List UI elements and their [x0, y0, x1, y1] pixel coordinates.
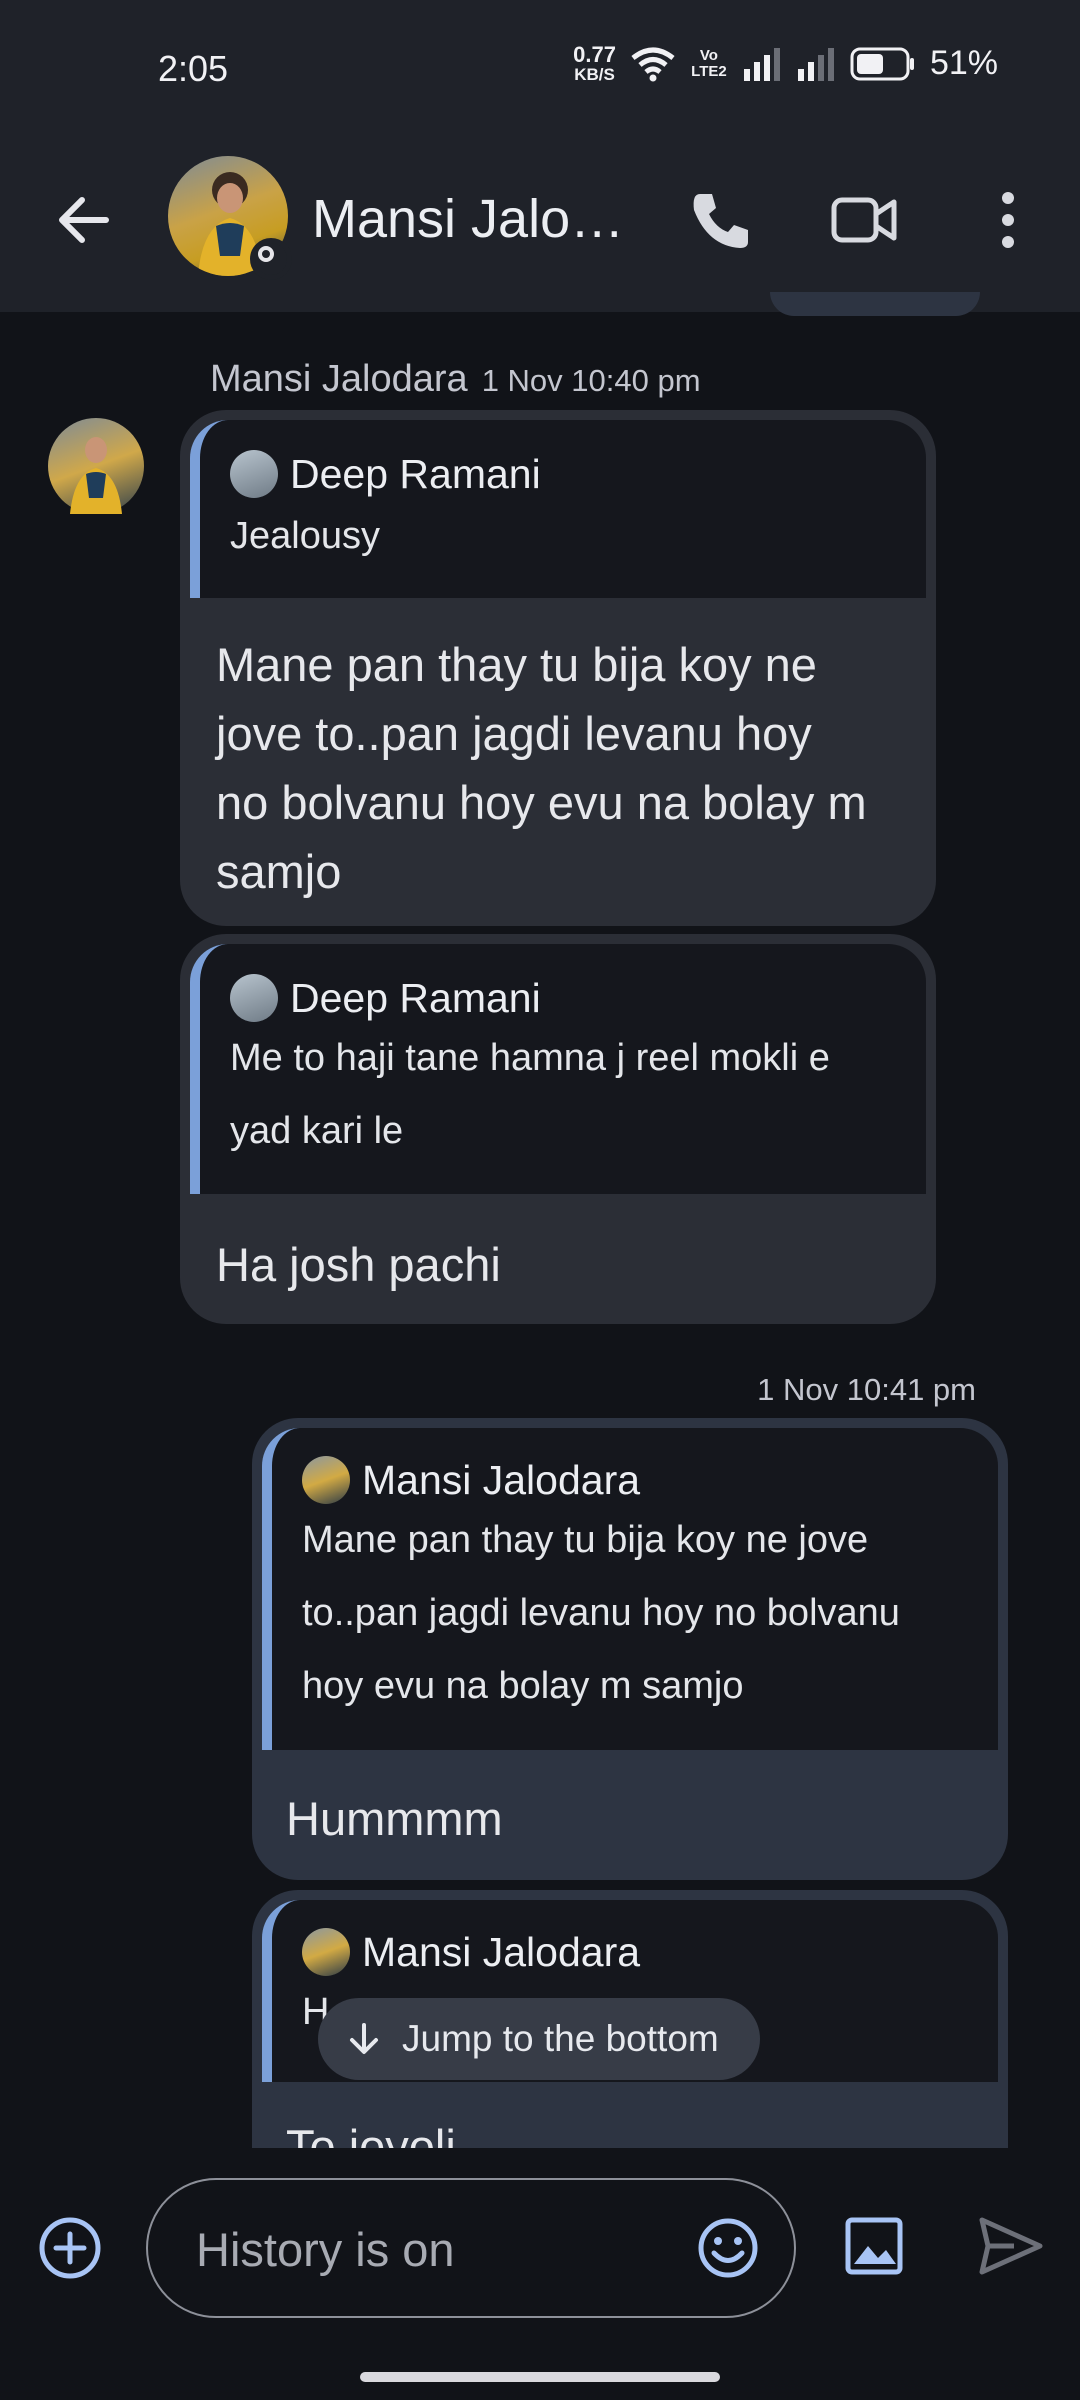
status-icons: 0.77 KB/S Vo LTE2 51% — [573, 42, 998, 84]
status-bar: 2:05 0.77 KB/S Vo LTE2 51% — [0, 0, 1080, 130]
quoted-author-avatar — [302, 1456, 350, 1504]
quoted-text: Mane pan thay tu bija koy ne jove to..pa… — [302, 1504, 980, 1723]
back-arrow-icon[interactable] — [52, 188, 116, 252]
app-bar: Mansi Jalo… — [0, 130, 1080, 312]
quoted-author-avatar — [230, 450, 278, 498]
video-camera-icon[interactable] — [828, 184, 900, 256]
message-text: Hummmm — [286, 1792, 503, 1845]
quoted-author-avatar — [230, 974, 278, 1022]
volte-label: Vo LTE2 — [691, 46, 727, 80]
presence-indicator — [250, 238, 292, 280]
previous-bubble-edge — [770, 292, 980, 316]
network-speed-value: 0.77 — [573, 42, 616, 67]
arrow-down-icon — [350, 2023, 378, 2054]
quoted-text-line: to..pan jagdi levanu hoy no bolvanu — [302, 1592, 900, 1634]
sender-avatar-image — [70, 437, 122, 514]
quoted-author-name: Deep Ramani — [290, 450, 541, 497]
quoted-message[interactable]: Deep Ramani Me to haji tane hamna j reel… — [190, 944, 926, 1194]
incoming-message-bubble[interactable]: Deep Ramani Me to haji tane hamna j reel… — [180, 934, 936, 1324]
quoted-author-name: Mansi Jalodara — [362, 1456, 641, 1503]
sender-name: Mansi Jalodara — [210, 358, 468, 400]
message-input-placeholder: History is on — [196, 2223, 455, 2276]
message-text-line: Mane pan thay tu bija koy ne — [216, 638, 817, 691]
message-text: Mane pan thay tu bija koy ne jove to..pa… — [216, 630, 906, 906]
phone-icon[interactable] — [684, 184, 756, 256]
compose-bar: History is on — [0, 2148, 1080, 2400]
emoji-icon[interactable] — [696, 2216, 760, 2280]
quoted-message[interactable]: Deep Ramani Jealousy — [190, 420, 926, 598]
outgoing-timestamp: 1 Nov 10:41 pm — [757, 1372, 976, 1407]
outgoing-message-bubble[interactable]: Mansi Jalodara Mane pan thay tu bija koy… — [252, 1418, 1008, 1880]
conversation-title[interactable]: Mansi Jalo… — [312, 188, 624, 250]
jump-to-bottom-button[interactable]: Jump to the bottom — [318, 1998, 760, 2080]
quoted-author-name: Mansi Jalodara — [362, 1928, 641, 1975]
message-text: To joyoli — [286, 2120, 456, 2148]
quoted-author: Deep Ramani — [230, 974, 541, 1022]
wifi-icon — [631, 47, 675, 81]
quoted-text-line: Me to haji tane hamna j reel mokli e — [230, 1037, 830, 1079]
home-gesture-bar[interactable] — [360, 2372, 720, 2382]
signal-icon-1 — [743, 47, 780, 81]
status-time: 2:05 — [158, 48, 229, 89]
quoted-text: Me to haji tane hamna j reel mokli e yad… — [230, 1022, 908, 1168]
quoted-text-line: Mane pan thay tu bija koy ne jove — [302, 1519, 869, 1561]
sender-avatar[interactable] — [48, 418, 144, 514]
quoted-author: Deep Ramani — [230, 450, 541, 498]
signal-icon-2 — [797, 47, 834, 81]
message-text-line: no bolvanu hoy evu na bolay m — [216, 776, 867, 829]
message-input[interactable]: History is on — [146, 2178, 796, 2318]
network-speed: 0.77 KB/S — [573, 42, 616, 84]
battery-percent: 51% — [929, 44, 998, 82]
jump-to-bottom-label: Jump to the bottom — [402, 2018, 719, 2059]
message-text: Ha josh pachi — [216, 1238, 501, 1291]
message-text-line: samjo — [216, 845, 342, 898]
incoming-sender-line: Mansi Jalodara 1 Nov 10:40 pm — [210, 358, 701, 401]
battery-icon — [850, 47, 914, 80]
incoming-message-bubble[interactable]: Deep Ramani Jealousy Mane pan thay tu bi… — [180, 410, 936, 926]
message-timestamp: 1 Nov 10:40 pm — [481, 363, 701, 398]
quoted-author: Mansi Jalodara — [302, 1456, 640, 1504]
message-text-line: jove to..pan jagdi levanu hoy — [216, 707, 812, 760]
quoted-text-line: yad kari le — [230, 1110, 404, 1152]
quoted-author: Mansi Jalodara — [302, 1928, 640, 1976]
quoted-author-avatar — [302, 1928, 350, 1976]
add-attachment-icon[interactable] — [36, 2214, 104, 2282]
send-icon[interactable] — [974, 2210, 1046, 2282]
quoted-message[interactable]: Mansi Jalodara Mane pan thay tu bija koy… — [262, 1428, 998, 1750]
image-gallery-icon[interactable] — [842, 2214, 906, 2278]
quoted-text: Jealousy — [230, 515, 380, 557]
quoted-text-line: hoy evu na bolay m samjo — [302, 1665, 744, 1707]
quoted-author-name: Deep Ramani — [290, 974, 541, 1021]
network-speed-unit: KB/S — [574, 65, 615, 84]
more-vert-icon[interactable] — [972, 184, 1044, 256]
